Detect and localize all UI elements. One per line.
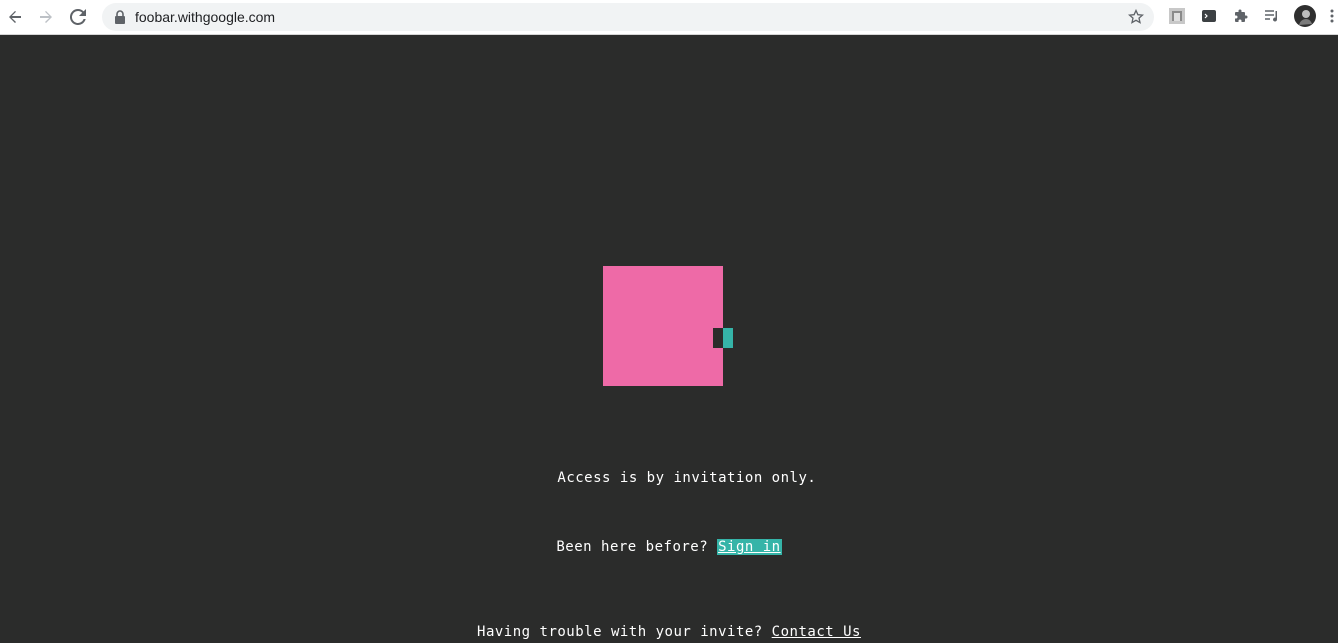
terminal-icon[interactable]	[1199, 6, 1219, 26]
lock-icon	[114, 10, 126, 29]
sign-in-link[interactable]: Sign in	[717, 539, 782, 555]
star-icon[interactable]	[1127, 8, 1145, 30]
browser-toolbar: foobar.withgoogle.com	[0, 0, 1338, 35]
extension-photo-icon[interactable]	[1167, 6, 1187, 26]
cursor-block-dark	[713, 328, 723, 348]
url-text: foobar.withgoogle.com	[135, 9, 276, 25]
access-text: Access is by invitation only.	[557, 470, 817, 486]
forward-icon	[40, 11, 52, 23]
forward-button[interactable]	[35, 6, 57, 28]
reload-button[interactable]	[67, 6, 89, 28]
access-message: Access is by invitation only.	[0, 454, 1338, 502]
contact-line: Having trouble with your invite? Contact…	[0, 624, 1338, 640]
sign-in-line: Been here before? Sign in	[0, 539, 1338, 555]
menu-icon[interactable]	[1326, 6, 1338, 26]
been-here-text: Been here before?	[556, 539, 718, 555]
puzzle-icon[interactable]	[1231, 6, 1251, 26]
contact-us-link[interactable]: Contact Us	[772, 624, 861, 640]
trouble-text: Having trouble with your invite?	[477, 624, 772, 640]
media-queue-icon[interactable]	[1262, 6, 1282, 26]
cursor-block-teal	[723, 328, 733, 348]
profile-avatar[interactable]	[1294, 5, 1316, 27]
page-content: Access is by invitation only. Been here …	[0, 35, 1338, 643]
back-button[interactable]	[4, 6, 26, 28]
back-icon	[9, 11, 21, 23]
address-bar[interactable]: foobar.withgoogle.com	[102, 3, 1154, 31]
foobar-logo	[603, 266, 723, 386]
reload-icon	[70, 9, 86, 25]
